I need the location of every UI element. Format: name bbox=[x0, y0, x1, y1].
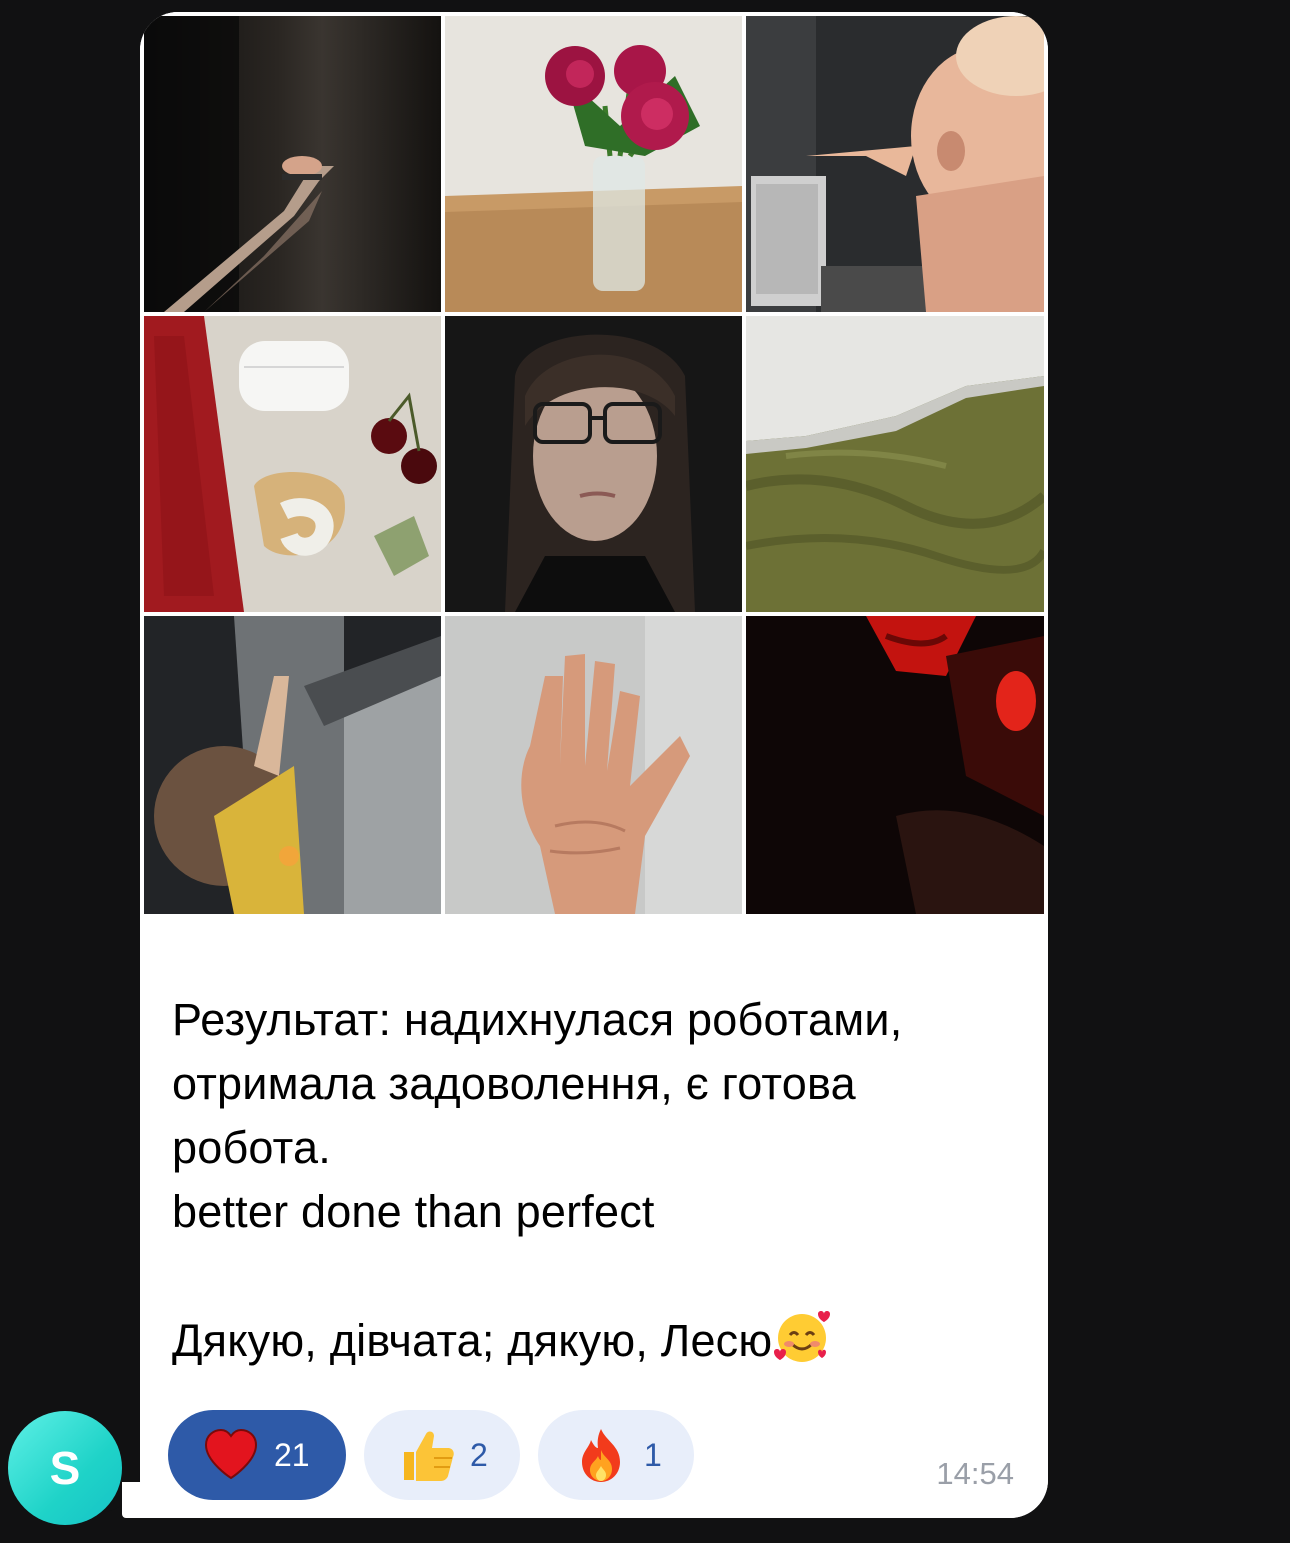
message-caption: Результат: надихнулася роботами, отримал… bbox=[172, 988, 1022, 1373]
message-time: 14:54 bbox=[936, 1456, 1014, 1491]
message-bubble[interactable]: Результат: надихнулася роботами, отримал… bbox=[140, 12, 1048, 1518]
photo-baby-reaching[interactable] bbox=[746, 16, 1044, 312]
caption-line-1: Результат: надихнулася роботами, bbox=[172, 994, 903, 1045]
fire-icon bbox=[572, 1426, 630, 1484]
sender-avatar[interactable]: S bbox=[8, 1411, 122, 1525]
caption-line-3: робота. bbox=[172, 1122, 331, 1173]
reaction-fire-count: 1 bbox=[644, 1436, 662, 1473]
caption-line-5: Дякую, дівчата; дякую, Лесю bbox=[172, 1308, 1022, 1373]
thumbs-up-icon bbox=[398, 1426, 456, 1484]
smiling-face-with-hearts-icon bbox=[772, 1308, 832, 1364]
reaction-thumbs-up-count: 2 bbox=[470, 1436, 488, 1473]
reaction-heart[interactable]: 21 bbox=[168, 1410, 346, 1500]
photo-baby-fridge[interactable] bbox=[144, 616, 441, 914]
photo-peonies-vase[interactable] bbox=[445, 16, 742, 312]
reaction-fire[interactable]: 1 bbox=[538, 1410, 694, 1500]
reaction-heart-count: 21 bbox=[274, 1436, 310, 1473]
caption-line-5-text: Дякую, дівчата; дякую, Лесю bbox=[172, 1315, 773, 1366]
caption-line-4: better done than perfect bbox=[172, 1186, 655, 1237]
photo-foot-shadow[interactable] bbox=[144, 16, 441, 312]
photo-hand-palm[interactable] bbox=[445, 616, 742, 914]
photo-olive-bedsheet[interactable] bbox=[746, 316, 1044, 612]
photo-airpods-cherries-teether[interactable] bbox=[144, 316, 441, 612]
reactions-bar: 21 2 1 bbox=[168, 1410, 694, 1500]
photo-red-light-portrait[interactable] bbox=[746, 616, 1044, 914]
heart-icon bbox=[202, 1426, 260, 1484]
photo-grid bbox=[144, 16, 1044, 916]
reaction-thumbs-up[interactable]: 2 bbox=[364, 1410, 520, 1500]
caption-line-2: отримала задоволення, є готова bbox=[172, 1058, 856, 1109]
photo-woman-portrait[interactable] bbox=[445, 316, 742, 612]
chat-view: Результат: надихнулася роботами, отримал… bbox=[0, 0, 1290, 1543]
